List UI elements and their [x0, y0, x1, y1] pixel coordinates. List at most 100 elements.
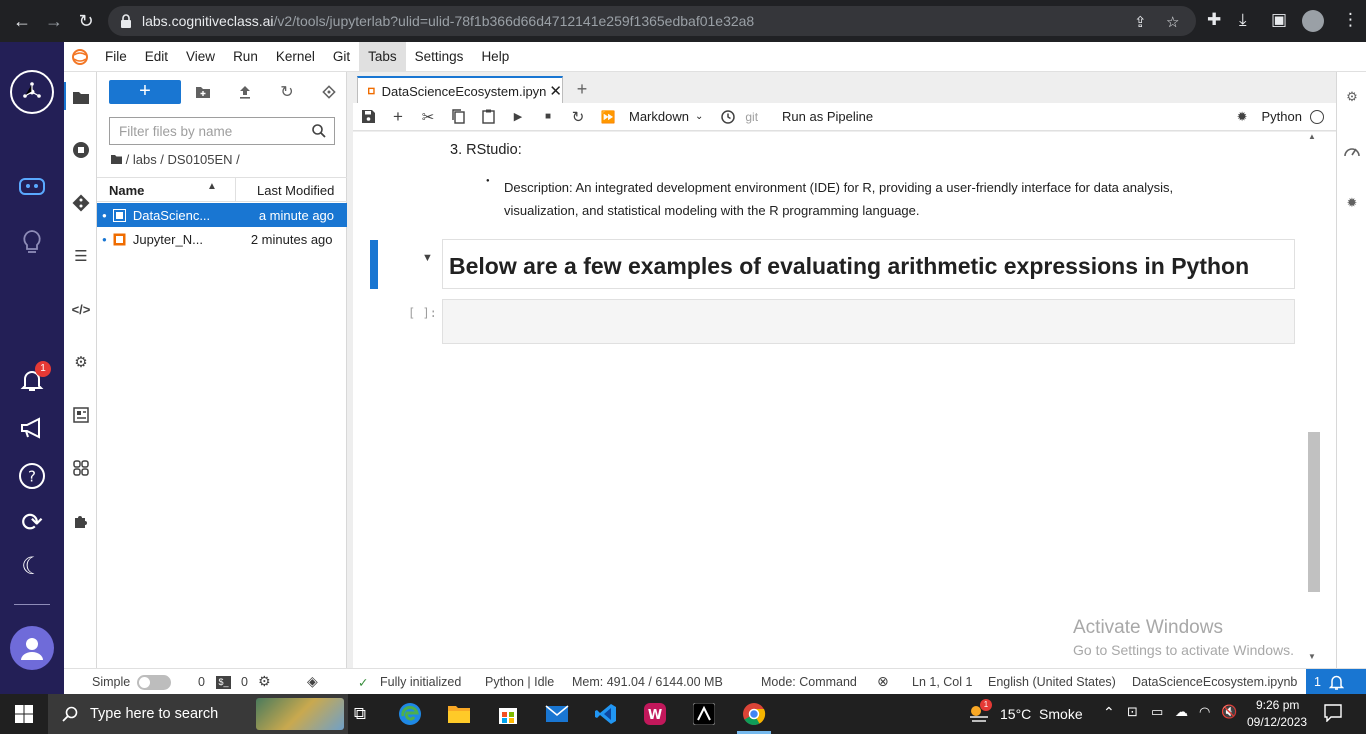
lightbulb-icon[interactable] — [16, 226, 48, 258]
wifi-icon[interactable]: ◠ — [1199, 704, 1210, 720]
menu-settings[interactable]: Settings — [406, 42, 473, 72]
run-as-pipeline-button[interactable]: Run as Pipeline — [782, 109, 873, 124]
spellcheck-language[interactable]: English (United States) — [988, 675, 1116, 689]
sort-ascending-icon[interactable]: ▲ — [207, 181, 217, 192]
notification-bell-icon[interactable]: 1 — [16, 361, 51, 396]
kernel-name[interactable]: Python — [1262, 109, 1302, 124]
column-name[interactable]: Name — [109, 183, 144, 198]
forward-icon[interactable]: → — [41, 8, 67, 34]
new-folder-icon[interactable] — [193, 82, 213, 102]
file-row[interactable]: ● DataScienc... a minute ago — [97, 203, 347, 227]
share-icon[interactable]: ⇪ — [1134, 13, 1147, 31]
windows-start-icon[interactable] — [10, 701, 38, 727]
help-icon[interactable]: ? — [16, 460, 48, 492]
vscode-icon[interactable] — [592, 701, 620, 727]
clock-date[interactable]: 09/12/2023 — [1247, 715, 1307, 729]
markdown-cell[interactable]: Below are a few examples of evaluating a… — [442, 239, 1295, 289]
filter-files-field[interactable] — [119, 123, 309, 139]
adobe-app-icon[interactable] — [690, 701, 718, 727]
new-tab-button[interactable]: + — [571, 79, 593, 101]
components-icon[interactable] — [69, 456, 93, 480]
git-label[interactable]: git — [745, 110, 758, 124]
active-cell-indicator[interactable] — [370, 240, 378, 289]
taskbar-search-box[interactable]: Type here to search — [48, 694, 348, 734]
weather-text[interactable]: 15°C Smoke — [1000, 706, 1083, 722]
profile-avatar[interactable] — [1302, 10, 1324, 32]
cursor-position[interactable]: Ln 1, Col 1 — [912, 675, 972, 689]
side-panel-icon[interactable]: ▣ — [1271, 10, 1287, 30]
close-icon[interactable]: ✕ — [549, 82, 562, 100]
tray-device-icon[interactable]: ⊡ — [1127, 704, 1138, 720]
fast-forward-icon[interactable]: ⏩ — [593, 110, 623, 124]
cell-type-dropdown[interactable]: Markdown ⌄ — [629, 109, 703, 124]
bookmark-star-icon[interactable]: ☆ — [1166, 13, 1179, 31]
chrome-icon[interactable] — [740, 701, 768, 727]
extension-manager-icon[interactable] — [69, 509, 93, 533]
property-settings-icon[interactable]: ⚙ — [1341, 86, 1363, 108]
property-inspector-icon[interactable] — [69, 403, 93, 427]
menu-edit[interactable]: Edit — [136, 42, 177, 72]
restart-icon[interactable]: ↻ — [563, 108, 593, 126]
notebook-content[interactable]: 3. RStudio: ● Description: An integrated… — [353, 132, 1336, 668]
paste-icon[interactable] — [473, 109, 503, 124]
copy-icon[interactable] — [443, 109, 473, 124]
microsoft-store-icon[interactable] — [494, 701, 522, 727]
notification-area[interactable]: 1 — [1306, 669, 1366, 695]
battery-icon[interactable]: ▭ — [1151, 704, 1163, 720]
action-center-icon[interactable] — [1324, 704, 1342, 723]
menu-help[interactable]: Help — [472, 42, 518, 72]
simple-mode-toggle[interactable] — [137, 675, 171, 690]
sync-icon[interactable]: ⟳ — [16, 506, 48, 538]
cut-icon[interactable]: ✂ — [413, 108, 443, 126]
mail-icon[interactable] — [543, 701, 571, 727]
tray-chevron-icon[interactable]: ⌃ — [1103, 704, 1115, 721]
menu-git[interactable]: Git — [324, 42, 359, 72]
weather-icon[interactable]: 1 — [968, 699, 992, 725]
task-view-icon[interactable]: ⧉ — [346, 701, 374, 727]
code-snippet-icon[interactable]: </> — [69, 297, 93, 321]
cc-logo-icon[interactable] — [10, 70, 54, 114]
insert-cell-icon[interactable]: + — [383, 107, 413, 127]
scroll-up-icon[interactable]: ▲ — [1308, 132, 1316, 141]
menu-file[interactable]: File — [96, 42, 136, 72]
gauge-icon[interactable] — [1341, 139, 1363, 161]
breadcrumb-path[interactable]: / labs / DS0105EN / — [126, 152, 240, 167]
git-status-icon[interactable]: ◈ — [307, 673, 318, 690]
notebook-scrollbar[interactable]: ▲ ▼ — [1308, 132, 1320, 662]
chat-bot-icon[interactable] — [16, 172, 48, 204]
column-last-modified[interactable]: Last Modified — [257, 183, 334, 198]
trusted-icon[interactable]: ⊗ — [877, 673, 889, 690]
filter-files-input[interactable] — [109, 117, 335, 145]
edge-browser-icon[interactable] — [396, 701, 424, 727]
menu-tabs[interactable]: Tabs — [359, 41, 406, 72]
run-icon[interactable]: ▶ — [503, 110, 533, 123]
dark-mode-icon[interactable]: ☾ — [16, 550, 48, 582]
kernel-count[interactable]: 0 — [241, 675, 248, 689]
volume-muted-icon[interactable]: 🔇 — [1221, 704, 1237, 720]
tab-notebook[interactable]: DataScienceEcosystem.ipyn ✕ — [357, 76, 563, 104]
folder-icon[interactable] — [69, 85, 93, 109]
menu-kernel[interactable]: Kernel — [267, 42, 324, 72]
upload-icon[interactable] — [235, 82, 255, 102]
git-icon[interactable] — [69, 191, 93, 215]
refresh-icon[interactable]: ↻ — [277, 82, 297, 102]
file-explorer-icon[interactable] — [445, 701, 473, 727]
reload-icon[interactable]: ↻ — [73, 8, 99, 34]
collapse-heading-icon[interactable]: ▼ — [422, 252, 433, 264]
extensions-icon[interactable]: ✚ — [1207, 10, 1221, 30]
debugger-icon[interactable]: ✹ — [1237, 109, 1248, 125]
debugger-side-icon[interactable]: ✹ — [1341, 192, 1363, 214]
menu-run[interactable]: Run — [224, 42, 267, 72]
terminal-count[interactable]: 0 — [198, 675, 205, 689]
address-bar[interactable]: labs.cognitiveclass.ai/v2/tools/jupyterl… — [108, 6, 1196, 36]
file-row[interactable]: ● Jupyter_N... 2 minutes ago — [97, 227, 347, 251]
menu-view[interactable]: View — [177, 42, 224, 72]
folder-small-icon[interactable] — [111, 155, 122, 164]
scrollbar-thumb[interactable] — [1308, 432, 1320, 592]
table-of-contents-icon[interactable]: ☰ — [69, 244, 93, 268]
save-icon[interactable] — [353, 110, 383, 123]
download-icon[interactable]: ⤓ — [1239, 10, 1247, 30]
kernel-gear-icon[interactable]: ⚙ — [258, 673, 271, 690]
back-icon[interactable]: ← — [9, 8, 35, 34]
settings-gear-icon[interactable]: ⚙ — [69, 350, 93, 374]
